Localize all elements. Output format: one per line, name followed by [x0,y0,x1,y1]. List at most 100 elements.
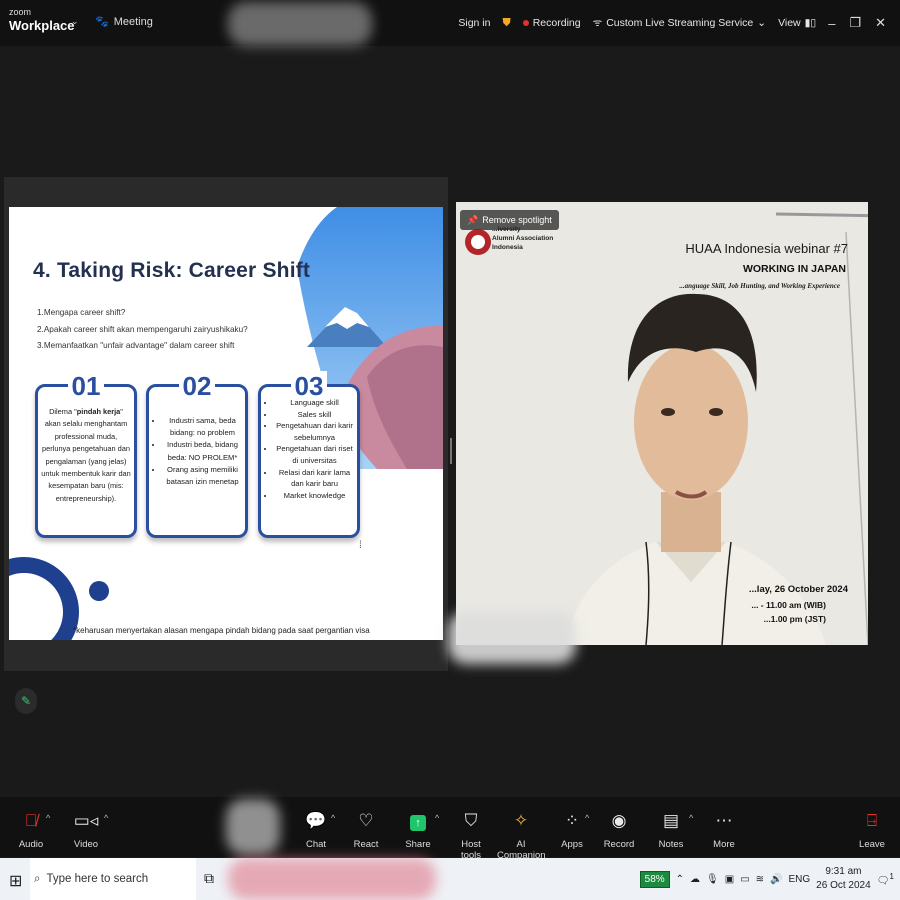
chevron-up-icon[interactable]: ⌃ [676,874,684,885]
leave-door-icon: ⍈ [866,811,878,830]
chevron-down-icon[interactable]: ⌄ [71,16,79,27]
chat-bubble-icon: 💬 [305,811,327,830]
cloud-icon[interactable]: ☁ [690,874,700,885]
webinar-tagline: ...anguage Skill, Job Hunting, and Worki… [679,282,840,290]
audio-options-caret[interactable]: ^ [46,813,50,823]
leave-button[interactable]: ⍈ Leave [854,797,890,857]
restore-button[interactable]: ❐ [849,15,861,31]
org-logo-text: ...iversity Alumni Association Indonesia [492,226,554,251]
react-button[interactable]: ♡ React [348,797,384,857]
more-dots-icon: ⋯ [715,811,733,830]
webinar-time-jst: ...1.00 pm (JST) [763,614,826,624]
paw-icon: 🐾 [95,16,109,28]
annotate-pencil-icon[interactable]: ✎ [15,688,37,714]
chat-button[interactable]: 💬 Chat [298,797,334,857]
zoom-logo: zoom Workplace [9,7,75,33]
app-tray-icon[interactable]: ▣ [725,874,734,885]
notification-icon[interactable]: 🗨1 [877,871,894,886]
list-item: Orang asing memiliki batasan izin meneta… [163,464,242,488]
share-options-caret[interactable]: ^ [435,813,439,823]
broadcast-icon: ᯤ [592,17,603,29]
list-item: Pengetahuan dari karir sebelumnya [275,420,354,443]
sign-in-link[interactable]: Sign in [458,17,490,29]
windows-taskbar: ⊞ ⌕ Type here to search ⧉ 58% ⌃ ☁ 🎙 ▣ ▭ … [0,858,900,900]
security-shield-icon[interactable]: ⛊ [502,17,510,30]
clock-date: 26 Oct 2024 [816,880,871,891]
speaker-video[interactable]: 📌 Remove spotlight ...iversity Alumni As… [456,202,868,645]
blurred-name-tag [448,612,576,664]
record-icon: ◉ [611,811,627,830]
shield-icon: ⛉ [464,811,478,830]
heart-icon: ♡ [358,811,374,830]
speaker-icon[interactable]: 🔊 [770,874,782,885]
sparkle-icon: ✧ [513,811,529,830]
webinar-title: HUAA Indonesia webinar #7 [685,241,848,256]
notes-button[interactable]: ▤ Notes [654,797,688,857]
toolbar-label: Video [73,839,99,850]
card-number: 02 [178,371,216,401]
share-button[interactable]: ↑ Share [400,797,436,857]
task-view-icon[interactable]: ⧉ [204,870,214,887]
windows-start-icon[interactable]: ⊞ [9,871,22,891]
blurred-region [228,2,372,46]
question-item: 2.Apakah career shift akan mempengaruhi … [37,324,248,334]
question-item: 3.Memanfaatkan "unfair advantage" dalam … [37,341,235,350]
video-options-caret[interactable]: ^ [104,813,108,823]
apps-options-caret[interactable]: ^ [585,813,589,823]
webinar-subtitle: WORKING IN JAPAN [742,263,846,275]
card-01: 01 Dilema "pindah kerja" akan selalu men… [35,371,137,538]
audio-button[interactable]: 🎙̸ Audio [12,797,50,857]
recording-indicator[interactable]: Recording [522,17,581,29]
video-camera-icon: ▭◃ [73,811,99,830]
mic-icon[interactable]: 🎙 [706,874,719,885]
meeting-info-button[interactable]: 🐾 Meeting [95,15,153,29]
minimize-button[interactable]: – [828,16,835,31]
view-layout-icon: ▮▯ [804,17,817,29]
top-bar: zoom Workplace ⌄ 🐾 Meeting Sign in ⛊ Rec… [0,0,900,46]
split-divider-handle[interactable] [450,438,452,464]
card-02: 02 Industri sama, beda bidang: no proble… [146,371,248,538]
notes-options-caret[interactable]: ^ [689,813,693,823]
question-item: 1.Mengapa career shift? [37,308,126,317]
pin-icon: 📌 [467,214,479,225]
ai-companion-button[interactable]: ✧ AI Companion [497,797,546,861]
host-tools-button[interactable]: ⛉ Host tools [450,797,492,861]
card-list: Industri sama, beda bidang: no problem I… [152,415,242,488]
apps-button[interactable]: ⁘ Apps [556,797,588,857]
question-list: 1.Mengapa career shift? 2.Apakah career … [37,305,248,355]
battery-icon[interactable]: ▭ [740,874,749,885]
card-list: Language skill Sales skill Pengetahuan d… [264,397,354,501]
notification-count: 1 [889,871,894,882]
close-button[interactable]: ✕ [875,15,886,31]
streaming-status[interactable]: ᯤ Custom Live Streaming Service ⌄ [593,16,766,30]
meeting-toolbar: 🎙̸ Audio ^ ▭◃ Video ^ 💬 Chat ^ ♡ React ↑… [0,797,900,861]
streaming-label: Custom Live Streaming Service [606,17,754,29]
record-button[interactable]: ◉ Record [602,797,636,857]
meeting-label: Meeting [113,15,153,28]
battery-indicator[interactable]: 58% [639,870,670,888]
language-indicator[interactable]: ENG [789,874,811,885]
list-item: Industri beda, bidang beda: NO PROLEM* [163,439,242,463]
view-button[interactable]: View ▮▯ [778,17,816,29]
clock[interactable]: 9:31 am 26 Oct 2024 [816,865,870,893]
more-button[interactable]: ⋯ More [706,797,742,857]
list-item: Market knowledge [275,490,354,502]
video-button[interactable]: ▭◃ Video [68,797,104,857]
text-cursor-icon: ⁞ [359,540,362,551]
toolbar-label: Chat [305,839,327,850]
webinar-date: ...lay, 26 October 2024 [748,584,848,595]
list-item: Relasi dari karir lama dan karir baru [275,467,354,490]
logo-top-text: zoom [9,7,32,17]
list-item: Pengetahuan dari riset di universitas [275,443,354,466]
toolbar-label: Leave [859,839,885,850]
toolbar-label: Audio [18,839,44,850]
slide-title: 4. Taking Risk: Career Shift [33,259,311,282]
toolbar-label: Apps [561,839,583,850]
wifi-icon[interactable]: ≋ [756,874,764,885]
toolbar-label: Record [603,839,635,850]
taskbar-search-box[interactable]: ⌕ Type here to search [30,858,196,900]
slide-footnote: *keharusan menyertakan alasan mengapa pi… [73,626,370,635]
notes-icon: ▤ [662,811,680,830]
webinar-time-wib: ... - 11.00 am (WIB) [751,600,826,610]
chat-options-caret[interactable]: ^ [331,813,335,823]
